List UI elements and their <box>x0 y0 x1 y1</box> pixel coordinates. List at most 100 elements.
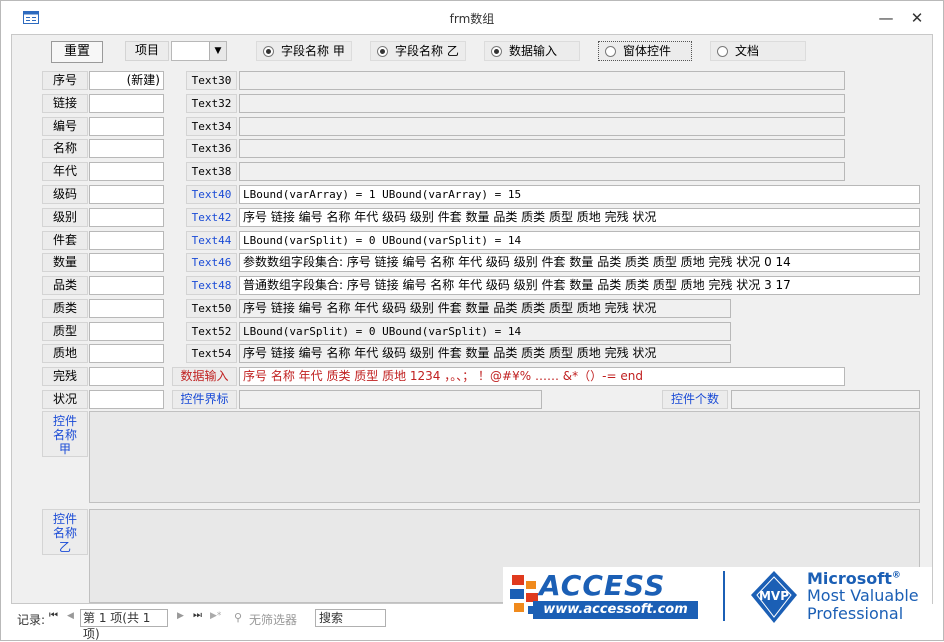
option-data-input-label: 数据输入 <box>509 44 558 58</box>
registered-mark: ® <box>891 570 901 581</box>
field-label: 状况 <box>42 390 88 409</box>
minimize-button[interactable]: — <box>873 7 899 29</box>
close-button[interactable]: ✕ <box>904 7 930 29</box>
control-landmark-field[interactable] <box>239 390 542 409</box>
field-input[interactable]: (新建) <box>89 71 164 90</box>
field-input[interactable] <box>89 299 164 318</box>
text-field[interactable]: 序号 链接 编号 名称 年代 级码 级别 件套 数量 品类 质类 质型 质地 完… <box>239 208 920 227</box>
memo-a-field[interactable] <box>89 411 920 503</box>
text-field[interactable]: 普通数组字段集合: 序号 链接 编号 名称 年代 级码 级别 件套 数量 品类 … <box>239 276 920 295</box>
field-input[interactable] <box>89 253 164 272</box>
memo-a-label: 控件名称甲 <box>42 411 88 457</box>
text-label: Text48 <box>186 276 237 295</box>
filter-status[interactable]: 无筛选器 <box>249 611 297 628</box>
filter-icon: ⚲ <box>234 611 243 624</box>
text-label: Text40 <box>186 185 237 204</box>
window-title: frm数组 <box>449 12 495 26</box>
text-field[interactable]: LBound(varSplit) = 0 UBound(varSplit) = … <box>239 322 731 341</box>
field-label: 编号 <box>42 117 88 136</box>
text-field[interactable]: LBound(varSplit) = 0 UBound(varSplit) = … <box>239 231 920 250</box>
field-label: 完残 <box>42 367 88 386</box>
radio-icon[interactable] <box>717 46 728 57</box>
field-input[interactable] <box>89 322 164 341</box>
project-label: 项目 <box>125 41 169 61</box>
radio-icon[interactable] <box>263 46 274 57</box>
text-field[interactable]: LBound(varArray) = 1 UBound(varArray) = … <box>239 185 920 204</box>
option-field-a-label: 字段名称 甲 <box>281 44 345 58</box>
radio-icon[interactable] <box>377 46 388 57</box>
text-label: Text44 <box>186 231 237 250</box>
option-form-controls[interactable]: 窗体控件 <box>598 41 692 61</box>
radio-icon[interactable] <box>605 46 616 57</box>
field-label: 质类 <box>42 299 88 318</box>
field-input[interactable] <box>89 208 164 227</box>
option-data-input[interactable]: 数据输入 <box>484 41 580 61</box>
option-document[interactable]: 文档 <box>710 41 806 61</box>
option-field-a[interactable]: 字段名称 甲 <box>256 41 352 61</box>
text-label: Text30 <box>186 71 237 90</box>
text-label: Text32 <box>186 94 237 113</box>
access-logo-text: ACCESS <box>539 569 666 602</box>
field-input[interactable] <box>89 231 164 250</box>
field-input[interactable] <box>89 344 164 363</box>
first-record-icon[interactable]: ⏮ <box>49 610 58 621</box>
text-field[interactable]: 序号 链接 编号 名称 年代 级码 级别 件套 数量 品类 质类 质型 质地 完… <box>239 299 731 318</box>
text-label: Text46 <box>186 253 237 272</box>
text-field[interactable] <box>239 117 845 136</box>
prev-record-icon[interactable]: ◀ <box>67 611 74 621</box>
record-position-field[interactable]: 第 1 项(共 1 项) <box>80 609 168 641</box>
field-input[interactable] <box>89 162 164 181</box>
field-input[interactable] <box>89 94 164 113</box>
data-input-field[interactable]: 序号 名称 年代 质类 质型 质地 1234 ，。、； ！@#¥% …… &*（… <box>239 367 845 386</box>
option-field-b[interactable]: 字段名称 乙 <box>370 41 466 61</box>
text-field[interactable] <box>239 162 845 181</box>
search-input[interactable]: 搜索 <box>315 609 386 627</box>
next-record-icon[interactable]: ▶ <box>177 611 184 621</box>
mvp-line1: Most Valuable <box>807 586 919 605</box>
last-record-icon[interactable]: ⏭ <box>193 610 202 621</box>
field-label: 序号 <box>42 71 88 90</box>
field-label: 级别 <box>42 208 88 227</box>
option-form-controls-label: 窗体控件 <box>623 44 672 58</box>
data-input-label: 数据输入 <box>172 367 237 386</box>
text-field[interactable] <box>239 94 845 113</box>
field-label: 数量 <box>42 253 88 272</box>
field-input[interactable] <box>89 185 164 204</box>
text-label: Text54 <box>186 344 237 363</box>
option-document-label: 文档 <box>735 44 760 58</box>
field-label: 品类 <box>42 276 88 295</box>
reset-button[interactable]: 重置 <box>51 41 103 63</box>
field-label: 质型 <box>42 322 88 341</box>
field-input[interactable] <box>89 139 164 158</box>
project-combo[interactable]: ▼ <box>171 41 227 61</box>
field-input[interactable] <box>89 276 164 295</box>
field-input[interactable] <box>89 390 164 409</box>
text-label: Text36 <box>186 139 237 158</box>
field-label: 链接 <box>42 94 88 113</box>
radio-icon[interactable] <box>491 46 502 57</box>
text-field[interactable] <box>239 139 845 158</box>
memo-b-label: 控件名称乙 <box>42 509 88 555</box>
text-label: Text38 <box>186 162 237 181</box>
field-label: 名称 <box>42 139 88 158</box>
mvp-badge-text: MVP <box>759 589 789 603</box>
chevron-down-icon[interactable]: ▼ <box>209 42 226 60</box>
option-field-b-label: 字段名称 乙 <box>395 44 459 58</box>
text-field[interactable] <box>239 71 845 90</box>
control-count-field[interactable] <box>731 390 920 409</box>
text-field[interactable]: 序号 链接 编号 名称 年代 级码 级别 件套 数量 品类 质类 质型 质地 完… <box>239 344 731 363</box>
field-label: 年代 <box>42 162 88 181</box>
field-label: 件套 <box>42 231 88 250</box>
field-label: 级码 <box>42 185 88 204</box>
record-navigator: 记录: ⏮ ◀ 第 1 项(共 1 项) ▶ ⏭ ▶* ⚲ 无筛选器 搜索 <box>11 608 933 641</box>
text-label: Text42 <box>186 208 237 227</box>
new-record-icon[interactable]: ▶* <box>210 611 221 621</box>
text-label: Text52 <box>186 322 237 341</box>
field-input[interactable] <box>89 367 164 386</box>
text-label: Text50 <box>186 299 237 318</box>
record-label: 记录: <box>17 613 46 627</box>
field-label: 质地 <box>42 344 88 363</box>
control-landmark-label: 控件界标 <box>172 390 237 409</box>
field-input[interactable] <box>89 117 164 136</box>
text-field[interactable]: 参数数组字段集合: 序号 链接 编号 名称 年代 级码 级别 件套 数量 品类 … <box>239 253 920 272</box>
